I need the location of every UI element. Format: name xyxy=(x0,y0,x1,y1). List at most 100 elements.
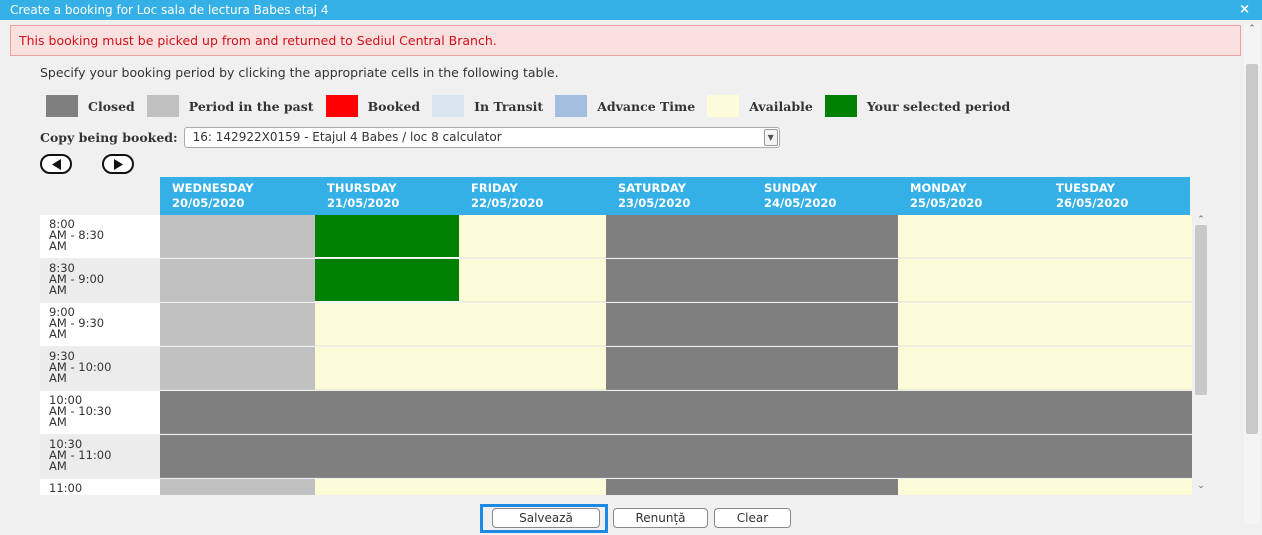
next-week-button[interactable] xyxy=(102,154,134,174)
legend-label: Period in the past xyxy=(188,98,314,114)
day-header: WEDNESDAY 20/05/2020 xyxy=(172,181,254,211)
booking-cell-selected[interactable] xyxy=(315,259,459,302)
booking-cell-available[interactable] xyxy=(459,259,606,302)
booking-cell-available[interactable] xyxy=(898,215,1044,258)
booking-cell-selected[interactable] xyxy=(315,215,459,258)
booking-cell-available[interactable] xyxy=(1044,479,1192,495)
time-slot-label: 9:00 AM - 9:30 AM xyxy=(40,303,160,346)
legend-item: Advance Time xyxy=(555,95,695,117)
booking-cell-available[interactable] xyxy=(1044,347,1192,390)
booking-cell-closed xyxy=(459,391,606,434)
booking-cell-available[interactable] xyxy=(459,347,606,390)
booking-cell-past xyxy=(160,259,315,302)
booking-cell-past xyxy=(160,303,315,346)
copy-row: Copy being booked: 16: 142922X0159 - Eta… xyxy=(40,126,780,148)
booking-cell-available[interactable] xyxy=(459,215,606,258)
triangle-left-icon xyxy=(52,159,61,170)
day-date: 25/05/2020 xyxy=(910,196,983,210)
day-date: 22/05/2020 xyxy=(471,196,544,210)
calendar-scrollbar[interactable]: ⌃ ⌄ xyxy=(1193,215,1209,495)
legend-swatch xyxy=(824,95,857,117)
legend-item: Closed xyxy=(46,95,135,117)
booking-cell-available[interactable] xyxy=(898,479,1044,495)
dialog-scrollbar[interactable]: ⌃ xyxy=(1244,24,1260,524)
booking-cell-available[interactable] xyxy=(1044,303,1192,346)
legend-swatch xyxy=(555,95,588,117)
day-date: 21/05/2020 xyxy=(327,196,400,210)
legend-swatch xyxy=(46,95,78,117)
booking-cell-closed xyxy=(898,435,1044,478)
time-slot-label: 10:30 AM - 11:00 AM xyxy=(40,435,160,478)
booking-cell-closed xyxy=(1044,435,1192,478)
legend: Closed Period in the past Booked In Transit… xyxy=(46,95,1022,117)
clear-button[interactable]: Clear xyxy=(714,508,791,528)
booking-cell-available[interactable] xyxy=(459,303,606,346)
booking-cell-closed xyxy=(606,479,752,495)
booking-cell-available[interactable] xyxy=(315,303,459,346)
chevron-down-icon[interactable]: ▼ xyxy=(763,128,778,146)
legend-label: Booked xyxy=(367,98,421,114)
legend-item: Booked xyxy=(325,95,421,117)
booking-cell-closed xyxy=(898,391,1044,434)
save-button[interactable]: Salvează xyxy=(492,508,600,528)
scroll-up-icon[interactable]: ⌃ xyxy=(1193,215,1209,225)
legend-swatch xyxy=(325,95,358,117)
booking-cell-available[interactable] xyxy=(898,303,1044,346)
previous-week-button[interactable] xyxy=(40,154,72,174)
day-name: SUNDAY xyxy=(764,181,817,195)
pickup-alert: This booking must be picked up from and … xyxy=(10,25,1241,56)
time-slot-label: 9:30 AM - 10:00 AM xyxy=(40,347,160,390)
day-date: 24/05/2020 xyxy=(764,196,837,210)
booking-cell-past xyxy=(160,215,315,258)
booking-cell-closed xyxy=(752,479,898,495)
dialog-title-bar: Create a booking for Loc sala de lectura… xyxy=(0,0,1262,20)
day-header: THURSDAY 21/05/2020 xyxy=(327,181,399,211)
day-name: THURSDAY xyxy=(327,181,397,195)
copy-select-value: 16: 142922X0159 - Etajul 4 Babes / loc 8… xyxy=(192,129,502,144)
time-slot-label: 8:30 AM - 9:00 AM xyxy=(40,259,160,302)
dialog-title: Create a booking for Loc sala de lectura… xyxy=(10,3,329,17)
copy-select[interactable]: 16: 142922X0159 - Etajul 4 Babes / loc 8… xyxy=(183,126,780,148)
scrollbar-thumb[interactable] xyxy=(1195,225,1207,395)
scroll-up-icon[interactable]: ⌃ xyxy=(1244,24,1260,38)
booking-cell-closed xyxy=(752,259,898,302)
copy-label: Copy being booked: xyxy=(40,129,178,145)
day-header-row: WEDNESDAY 20/05/2020 THURSDAY 21/05/2020 FRI… xyxy=(160,177,1190,215)
legend-label: Your selected period xyxy=(866,98,1011,114)
legend-swatch xyxy=(146,95,179,117)
scroll-down-icon[interactable]: ⌄ xyxy=(1193,481,1209,491)
booking-cell-closed xyxy=(315,435,459,478)
legend-label: Available xyxy=(749,98,813,114)
legend-item: Available xyxy=(707,95,813,117)
booking-cell-closed xyxy=(606,435,752,478)
booking-cell-available[interactable] xyxy=(1044,259,1192,302)
scrollbar-thumb[interactable] xyxy=(1246,64,1258,434)
legend-label: Advance Time xyxy=(597,98,696,114)
booking-cell-available[interactable] xyxy=(898,259,1044,302)
legend-item: In Transit xyxy=(432,95,543,117)
day-header: SUNDAY 24/05/2020 xyxy=(764,181,836,211)
booking-cell-available[interactable] xyxy=(459,479,606,495)
booking-cell-closed xyxy=(160,391,315,434)
legend-swatch xyxy=(432,95,465,117)
booking-cell-closed xyxy=(1044,391,1192,434)
booking-cell-closed xyxy=(752,391,898,434)
calendar-grid: 8:00 AM - 8:30 AM 8:30 AM - 9:00 AM 9:00 A… xyxy=(40,215,1192,495)
instructions: Specify your booking period by clicking … xyxy=(40,65,559,80)
booking-cell-closed xyxy=(606,391,752,434)
day-header: MONDAY 25/05/2020 xyxy=(910,181,982,211)
booking-cell-closed xyxy=(752,347,898,390)
day-name: MONDAY xyxy=(910,181,967,195)
booking-cell-available[interactable] xyxy=(315,347,459,390)
booking-cell-closed xyxy=(752,215,898,258)
booking-cell-closed xyxy=(606,215,752,258)
booking-cell-available[interactable] xyxy=(315,479,459,495)
close-icon[interactable]: × xyxy=(1239,0,1250,20)
legend-swatch xyxy=(707,95,740,117)
booking-cell-closed xyxy=(459,435,606,478)
booking-cell-available[interactable] xyxy=(898,347,1044,390)
booking-cell-closed xyxy=(606,347,752,390)
booking-cell-available[interactable] xyxy=(1044,215,1192,258)
cancel-button[interactable]: Renunță xyxy=(613,508,708,528)
day-name: WEDNESDAY xyxy=(172,181,254,195)
